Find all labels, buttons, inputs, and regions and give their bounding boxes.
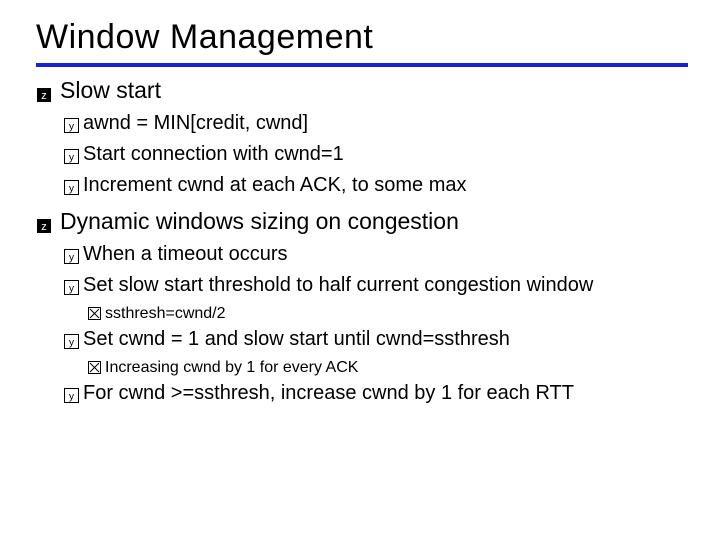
square-x-icon — [88, 360, 101, 379]
bullet-text: Start connection with cwnd=1 — [83, 142, 344, 167]
bullet-level2: y Set cwnd = 1 and slow start until cwnd… — [64, 327, 688, 356]
bullet-level3: Increasing cwnd by 1 for every ACK — [88, 358, 688, 379]
square-y-icon: y — [64, 277, 79, 302]
svg-text:y: y — [69, 338, 74, 349]
bullet-level1: z Dynamic windows sizing on congestion — [36, 208, 688, 240]
square-z-icon: z — [36, 213, 52, 240]
bullet-level2: y When a timeout occurs — [64, 242, 688, 271]
bullet-text: ssthresh=cwnd/2 — [105, 304, 226, 323]
square-z-icon: z — [36, 82, 52, 109]
square-y-icon: y — [64, 331, 79, 356]
bullet-text: Slow start — [60, 77, 161, 104]
svg-text:y: y — [69, 284, 74, 295]
svg-text:y: y — [69, 184, 74, 195]
title-underline — [36, 63, 688, 67]
bullet-text: Set cwnd = 1 and slow start until cwnd=s… — [83, 327, 510, 352]
square-y-icon: y — [64, 385, 79, 410]
square-y-icon: y — [64, 115, 79, 140]
bullet-level2: y Set slow start threshold to half curre… — [64, 273, 688, 302]
square-y-icon: y — [64, 146, 79, 171]
bullet-text: When a timeout occurs — [83, 242, 288, 267]
bullet-text: Increasing cwnd by 1 for every ACK — [105, 358, 358, 377]
square-x-icon — [88, 306, 101, 325]
slide-title: Window Management — [36, 18, 688, 57]
bullet-text: Increment cwnd at each ACK, to some max — [83, 173, 467, 198]
svg-text:y: y — [69, 392, 74, 403]
square-y-icon: y — [64, 177, 79, 202]
bullet-level2: y awnd = MIN[credit, cwnd] — [64, 111, 688, 140]
bullet-level1: z Slow start — [36, 77, 688, 109]
bullet-level2: y Increment cwnd at each ACK, to some ma… — [64, 173, 688, 202]
svg-text:y: y — [69, 253, 74, 264]
bullet-text: For cwnd >=ssthresh, increase cwnd by 1 … — [83, 381, 574, 406]
bullet-level3: ssthresh=cwnd/2 — [88, 304, 688, 325]
bullet-level2: y Start connection with cwnd=1 — [64, 142, 688, 171]
bullet-text: awnd = MIN[credit, cwnd] — [83, 111, 308, 136]
bullet-text: Dynamic windows sizing on congestion — [60, 208, 459, 235]
bullet-level2: y For cwnd >=ssthresh, increase cwnd by … — [64, 381, 688, 410]
svg-text:y: y — [69, 122, 74, 133]
bullet-text: Set slow start threshold to half current… — [83, 273, 593, 298]
svg-text:z: z — [41, 221, 47, 233]
svg-text:z: z — [41, 90, 47, 102]
square-y-icon: y — [64, 246, 79, 271]
svg-text:y: y — [69, 153, 74, 164]
